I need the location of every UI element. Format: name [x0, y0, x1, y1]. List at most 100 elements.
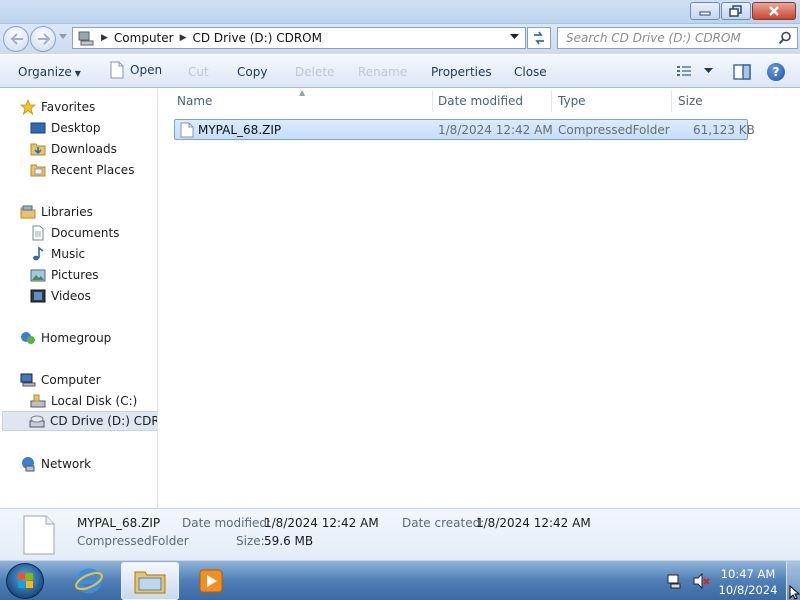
change-view-button[interactable] [676, 64, 713, 78]
nav-downloads[interactable]: Downloads [30, 139, 117, 159]
taskbar-media-player[interactable] [182, 562, 240, 600]
clock[interactable]: 10:47 AM 10/8/2024 [718, 566, 778, 598]
details-file-name: MYPAL_68.ZIP [77, 516, 161, 530]
help-button[interactable]: ? [767, 63, 785, 81]
search-placeholder: Search CD Drive (D:) CDROM [566, 31, 741, 45]
volume-muted-icon[interactable] [692, 573, 710, 589]
rename-button[interactable]: Rename [358, 65, 407, 79]
nav-computer[interactable]: Computer [20, 370, 101, 390]
nav-cd-drive-label: CD Drive (D:) CDROM [50, 414, 157, 428]
nav-network-label: Network [41, 457, 92, 471]
downloads-folder-icon [30, 143, 46, 156]
clock-time: 10:47 AM [720, 567, 776, 581]
file-icon [110, 61, 124, 79]
column-header-name[interactable]: Name [177, 94, 212, 108]
column-header-date[interactable]: Date modified [438, 94, 523, 108]
search-icon[interactable] [778, 31, 792, 45]
nav-desktop[interactable]: Desktop [30, 118, 101, 138]
copy-button[interactable]: Copy [237, 65, 267, 79]
taskbar-windows-explorer[interactable] [121, 562, 179, 600]
cut-button[interactable]: Cut [188, 65, 209, 79]
network-icon [22, 457, 35, 472]
nav-videos[interactable]: Videos [30, 286, 91, 306]
organize-button[interactable]: Organize ▼ [18, 65, 81, 79]
column-divider[interactable] [671, 90, 672, 112]
details-size-value: 59.6 MB [264, 534, 314, 548]
nav-music-label: Music [51, 247, 86, 261]
nav-homegroup-label: Homegroup [41, 331, 112, 345]
column-header-size[interactable]: Size [678, 94, 703, 108]
documents-icon [32, 225, 44, 241]
details-size-label: Size: [236, 534, 265, 548]
start-button[interactable] [6, 563, 44, 599]
address-dropdown-icon[interactable] [510, 34, 519, 40]
minimize-icon [699, 11, 711, 16]
properties-button[interactable]: Properties [431, 65, 492, 79]
breadcrumb-cd-drive[interactable]: CD Drive (D:) CDROM [193, 31, 322, 45]
details-created-value: 1/8/2024 12:42 AM [476, 516, 591, 530]
address-bar[interactable]: ▶ Computer ▶ CD Drive (D:) CDROM [72, 27, 526, 49]
nav-documents[interactable]: Documents [30, 223, 119, 243]
windows-logo-icon [18, 573, 33, 588]
file-size: 61,123 KB [693, 123, 755, 137]
nav-music[interactable]: Music [30, 244, 85, 264]
search-input[interactable]: Search CD Drive (D:) CDROM [557, 27, 798, 49]
chevron-down-icon [704, 68, 713, 73]
preview-pane-icon[interactable] [733, 64, 751, 80]
taskbar-internet-explorer[interactable] [60, 562, 118, 600]
restore-button[interactable] [721, 2, 751, 20]
column-divider[interactable] [432, 90, 433, 112]
file-name[interactable]: MYPAL_68.ZIP [198, 123, 281, 137]
command-bar: Organize ▼ Open Cut Copy Delete Rename Pr… [0, 54, 800, 88]
videos-icon [30, 289, 46, 303]
nav-libraries[interactable]: Libraries [20, 202, 93, 222]
nav-local-disk[interactable]: Local Disk (C:) [30, 391, 137, 411]
close-window-button[interactable] [752, 2, 796, 20]
mouse-cursor-icon [789, 585, 800, 600]
internet-explorer-icon [75, 568, 103, 594]
file-type: CompressedFolder [558, 123, 670, 137]
nav-pictures[interactable]: Pictures [30, 265, 99, 285]
organize-label: Organize [18, 65, 72, 79]
nav-favorites-label: Favorites [41, 100, 96, 114]
details-modified-value: 1/8/2024 12:42 AM [264, 516, 379, 530]
close-button[interactable]: Close [514, 65, 547, 79]
nav-cd-drive[interactable]: CD Drive (D:) CDROM [2, 411, 157, 431]
clock-date: 10/8/2024 [718, 583, 778, 597]
nav-favorites[interactable]: Favorites [20, 97, 95, 117]
column-header-type[interactable]: Type [558, 94, 586, 108]
forward-button[interactable] [30, 26, 56, 52]
breadcrumb-computer[interactable]: Computer [114, 31, 174, 45]
column-divider[interactable] [551, 90, 552, 112]
sort-indicator-icon: ▲ [299, 88, 306, 97]
close-icon [769, 6, 779, 16]
chevron-right-icon: ▶ [179, 33, 187, 43]
minimize-button[interactable] [690, 2, 720, 20]
back-button[interactable] [3, 26, 29, 52]
nav-recent-places[interactable]: Recent Places [30, 160, 134, 180]
recent-pages-dropdown-icon[interactable] [59, 34, 67, 40]
nav-local-disk-label: Local Disk (C:) [51, 394, 138, 408]
recent-places-icon [30, 164, 46, 177]
nav-desktop-label: Desktop [51, 121, 101, 135]
table-row[interactable]: MYPAL_68.ZIP 1/8/2024 12:42 AM Compresse… [174, 119, 755, 140]
pictures-icon [30, 269, 46, 282]
open-button[interactable]: Open [110, 61, 162, 79]
network-status-icon[interactable] [666, 573, 682, 589]
chevron-right-icon: ▶ [101, 33, 108, 43]
file-list: ▲ Name Date modified Type Size MYPAL_68.… [159, 88, 800, 508]
refresh-button[interactable] [527, 27, 551, 49]
nav-computer-label: Computer [41, 373, 101, 387]
delete-button[interactable]: Delete [295, 65, 334, 79]
forward-arrow-icon [38, 33, 51, 45]
details-view-icon [677, 66, 691, 76]
nav-network[interactable]: Network [20, 454, 91, 474]
navigation-pane: Favorites Desktop Downloads Recent Place… [0, 88, 158, 508]
file-date: 1/8/2024 12:42 AM [438, 123, 553, 137]
chevron-down-icon: ▼ [74, 69, 81, 78]
file-icon [23, 515, 55, 555]
computer-icon [20, 373, 36, 387]
title-bar [0, 0, 800, 24]
nav-homegroup[interactable]: Homegroup [20, 328, 111, 348]
music-icon [33, 246, 44, 261]
